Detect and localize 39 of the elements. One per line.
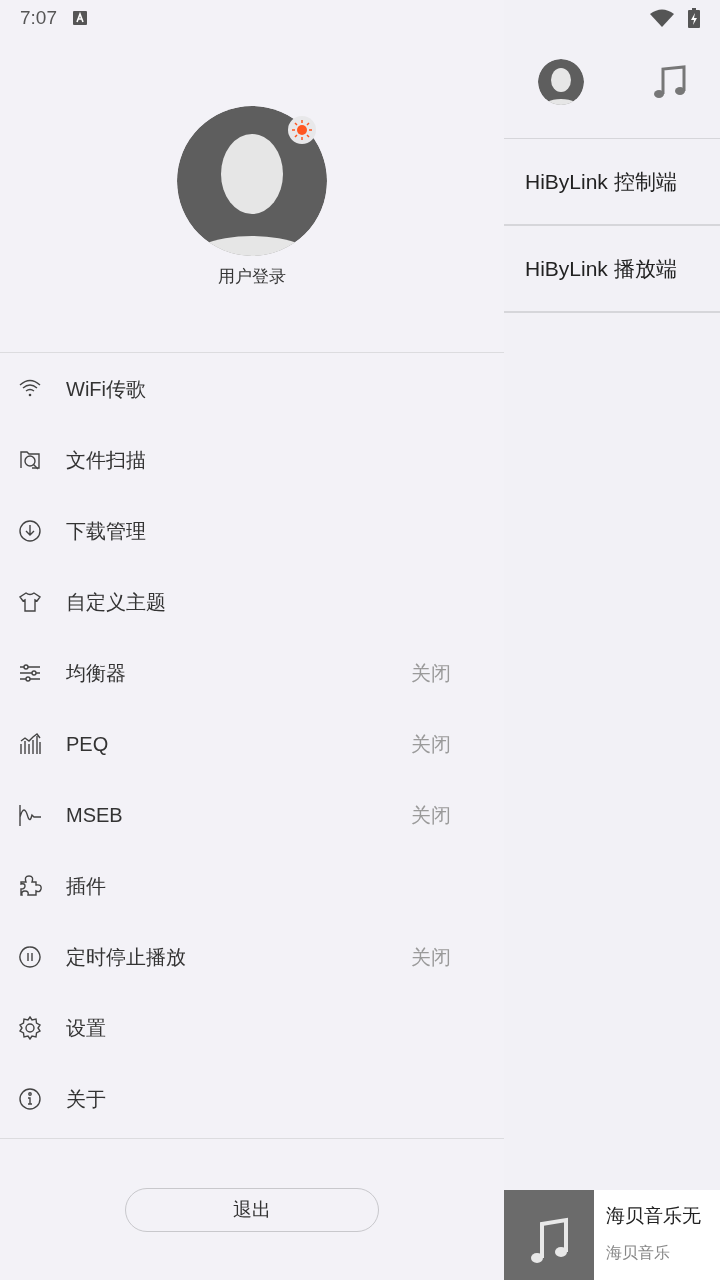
info-icon	[18, 1086, 42, 1111]
menu-item[interactable]: 均衡器 关闭	[0, 637, 504, 708]
menu-item[interactable]: 文件扫描	[0, 424, 504, 495]
menu-item[interactable]: 定时停止播放 关闭	[0, 921, 504, 992]
menu-item[interactable]: 关于	[0, 1063, 504, 1134]
album-art-icon	[504, 1190, 594, 1280]
pause-circle-icon	[18, 944, 42, 969]
puzzle-icon	[18, 873, 42, 898]
download-icon	[18, 518, 42, 543]
status-value: 关闭	[411, 731, 451, 757]
menu-item[interactable]: 设置	[0, 992, 504, 1063]
shirt-icon	[18, 589, 42, 614]
status-value: 关闭	[411, 802, 451, 828]
menu-item[interactable]: PEQ 关闭	[0, 708, 504, 779]
menu-item[interactable]: 自定义主题	[0, 566, 504, 637]
waveform-icon	[18, 802, 42, 827]
panel-item[interactable]: HiByLink 播放端	[504, 226, 720, 313]
status-time: 7:07	[20, 5, 57, 30]
status-value: 关闭	[411, 944, 451, 970]
music-note-icon[interactable]	[652, 64, 686, 100]
status-value: 关闭	[411, 660, 451, 686]
track-artist: 海贝音乐	[606, 1242, 671, 1263]
wifi-signal-icon	[650, 9, 674, 27]
settings-icon	[18, 1015, 42, 1040]
sun-badge-icon	[288, 116, 316, 144]
keyboard-icon	[73, 11, 87, 25]
menu-item[interactable]: 插件	[0, 850, 504, 921]
bar-chart-icon	[18, 731, 42, 756]
logout-button[interactable]: 退出	[125, 1188, 379, 1232]
avatar-icon	[177, 106, 327, 256]
menu-item[interactable]: MSEB 关闭	[0, 779, 504, 850]
track-title: 海贝音乐无	[606, 1204, 701, 1228]
menu-item[interactable]: WiFi传歌	[0, 353, 504, 424]
avatar-icon[interactable]	[538, 59, 584, 105]
mini-player[interactable]: 海贝音乐无 海贝音乐	[504, 1190, 720, 1280]
menu-item[interactable]: 下载管理	[0, 495, 504, 566]
battery-icon	[688, 8, 700, 28]
login-label[interactable]: 用户登录	[218, 264, 286, 290]
panel-item[interactable]: HiByLink 控制端	[504, 139, 720, 226]
